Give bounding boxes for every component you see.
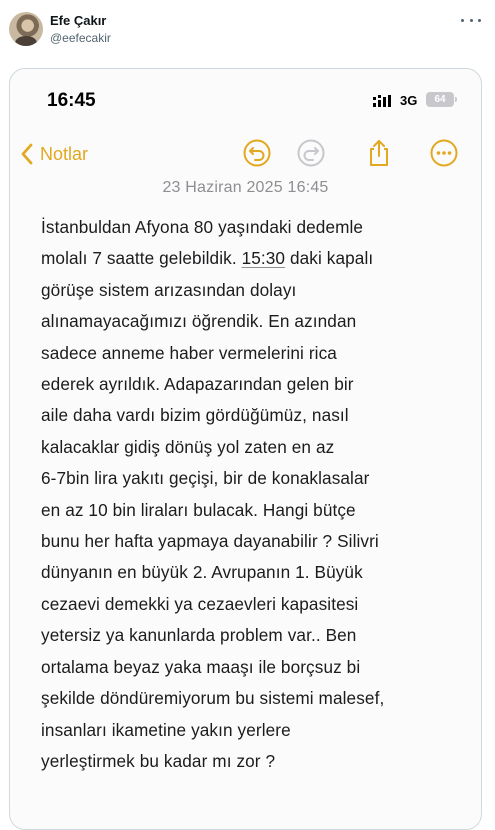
battery-level: 64: [434, 94, 446, 105]
back-label: Notlar: [40, 143, 89, 164]
note-line: kalacaklar gidiş dönüş yol zaten en az: [41, 436, 335, 457]
note-line: dünyanın en büyük 2. Avrupanın 1. Büyük: [41, 562, 363, 583]
author-name[interactable]: Efe Çakır: [50, 13, 106, 28]
note-line: yerleştirmek bu kadar mı zor ?: [41, 750, 276, 771]
back-button[interactable]: Notlar: [20, 141, 88, 167]
network-type: 3G: [400, 93, 418, 108]
note-line: molalı 7 saatte gelebildik. 15:30 daki k…: [41, 243, 466, 274]
chevron-left-icon: [21, 143, 33, 165]
note-line: alınamayacağımızı öğrendik. En azından: [41, 311, 357, 332]
note-line: ortalama beyaz yaka maaşı ile borçsuz bi: [41, 656, 361, 677]
avatar[interactable]: [9, 12, 43, 46]
note-line: sadece anneme haber vermelerini rica: [41, 342, 337, 363]
time-link[interactable]: 15:30: [242, 248, 286, 268]
note-line: 6-7bin lira yakıtı geçişi, bir de konakl…: [41, 468, 370, 489]
undo-icon[interactable]: [242, 138, 272, 168]
note-line: cezaevi demekki ya cezaevleri kapasitesi: [41, 593, 359, 614]
attached-screenshot[interactable]: 16:45 3G 64 Notlar 23 Haziran 2025 16:45…: [9, 68, 482, 830]
note-line: görüşe sistem arızasından dolayı: [41, 279, 297, 300]
note-line: bunu her hafta yapmaya dayanabilir ? Sil…: [41, 531, 379, 552]
more-horizontal-icon[interactable]: [461, 14, 481, 26]
battery-icon: 64: [426, 92, 457, 107]
share-icon[interactable]: [364, 138, 394, 168]
tweet-header: Efe Çakır @eefecakir: [0, 0, 495, 60]
note-line: insanları ikametine yakın yerlere: [41, 719, 291, 740]
note-line-text: molalı 7 saatte gelebildik.: [41, 248, 242, 269]
note-line: ederek ayrıldık. Adapazarından gelen bir: [41, 374, 354, 395]
signal-icon: [373, 95, 391, 107]
note-date: 23 Haziran 2025 16:45: [162, 179, 329, 196]
note-line: en az 10 bin liraları bulacak. Hangi büt…: [41, 499, 356, 520]
note-body[interactable]: İstanbuldan Afyona 80 yaşındaki dedemle …: [41, 212, 466, 777]
author-handle[interactable]: @eefecakir: [50, 31, 111, 45]
note-line: İstanbuldan Afyona 80 yaşındaki dedemle: [41, 217, 364, 237]
note-line: şekilde döndüremiyorum bu sistemi malese…: [41, 688, 385, 709]
more-circle-icon[interactable]: [429, 138, 459, 168]
note-line-text: daki kapalı: [285, 248, 374, 269]
status-bar-time: 16:45: [47, 90, 96, 111]
redo-icon[interactable]: [296, 138, 326, 168]
note-line: yetersiz ya kanunlarda problem var.. Ben: [41, 625, 357, 646]
note-line: aile daha vardı bizim gördüğümüz, nasıl: [41, 405, 349, 426]
